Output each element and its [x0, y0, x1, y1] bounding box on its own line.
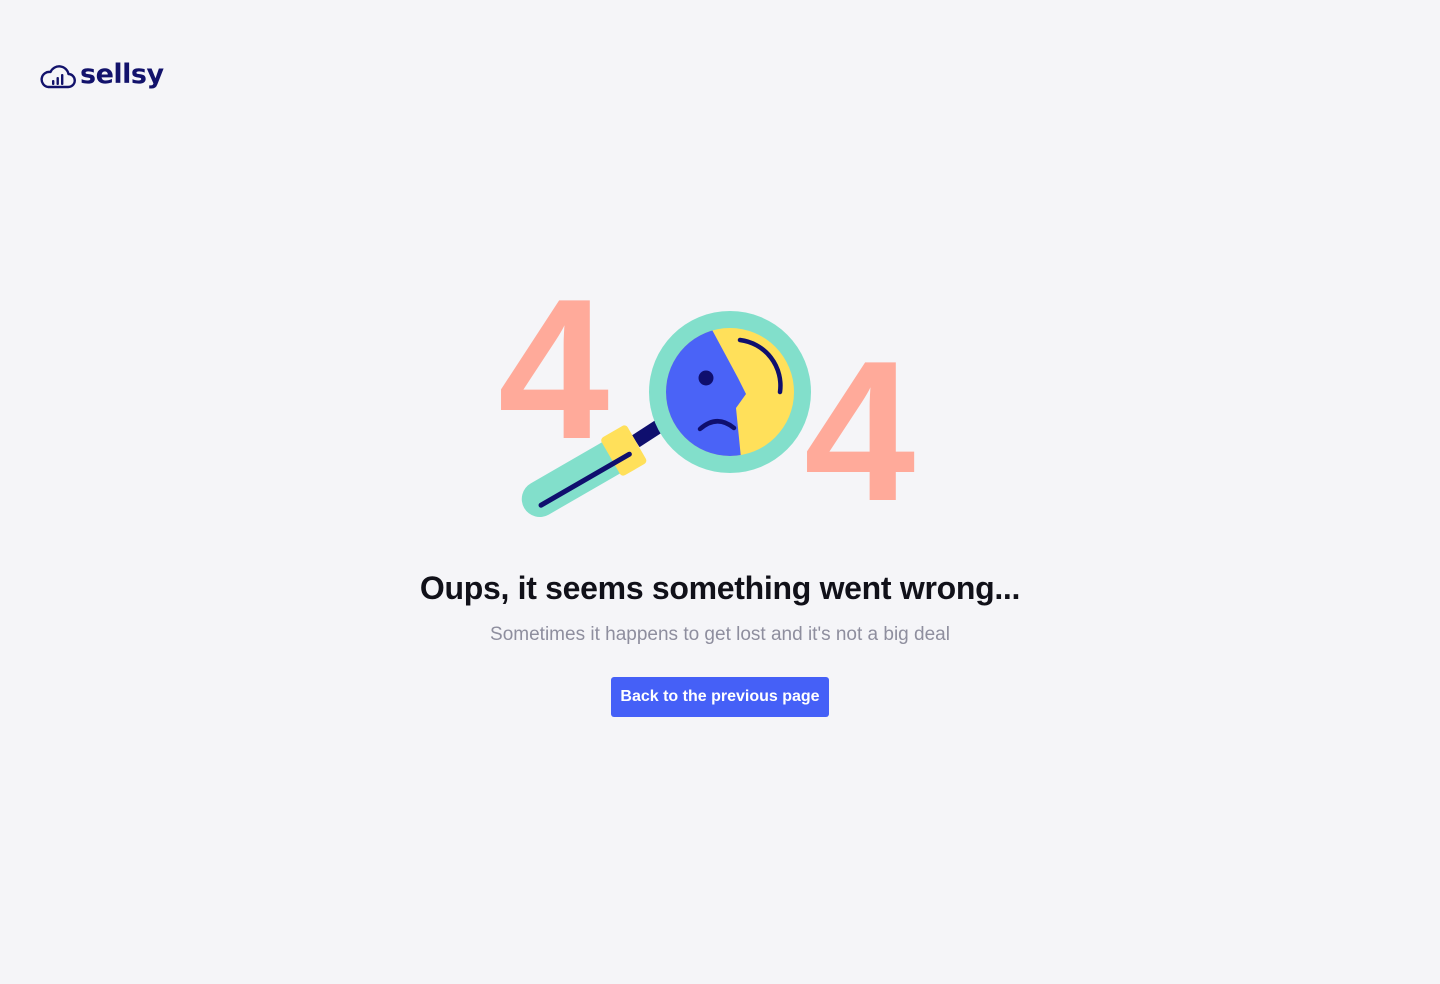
sellsy-logo[interactable]: sellsy [40, 59, 164, 90]
error-title: Oups, it seems something went wrong... [419, 570, 1021, 606]
not-found-illustration: 4 4 [490, 270, 950, 543]
cloud-chart-icon [40, 65, 76, 89]
back-to-previous-page-button[interactable]: Back to the previous page [611, 677, 829, 717]
brand-name: sellsy [80, 59, 164, 90]
digit-four-right: 4 [804, 320, 916, 543]
error-message: Sometimes it happens to get lost and it'… [490, 624, 950, 645]
magnifier-sad-face-icon [521, 311, 811, 517]
